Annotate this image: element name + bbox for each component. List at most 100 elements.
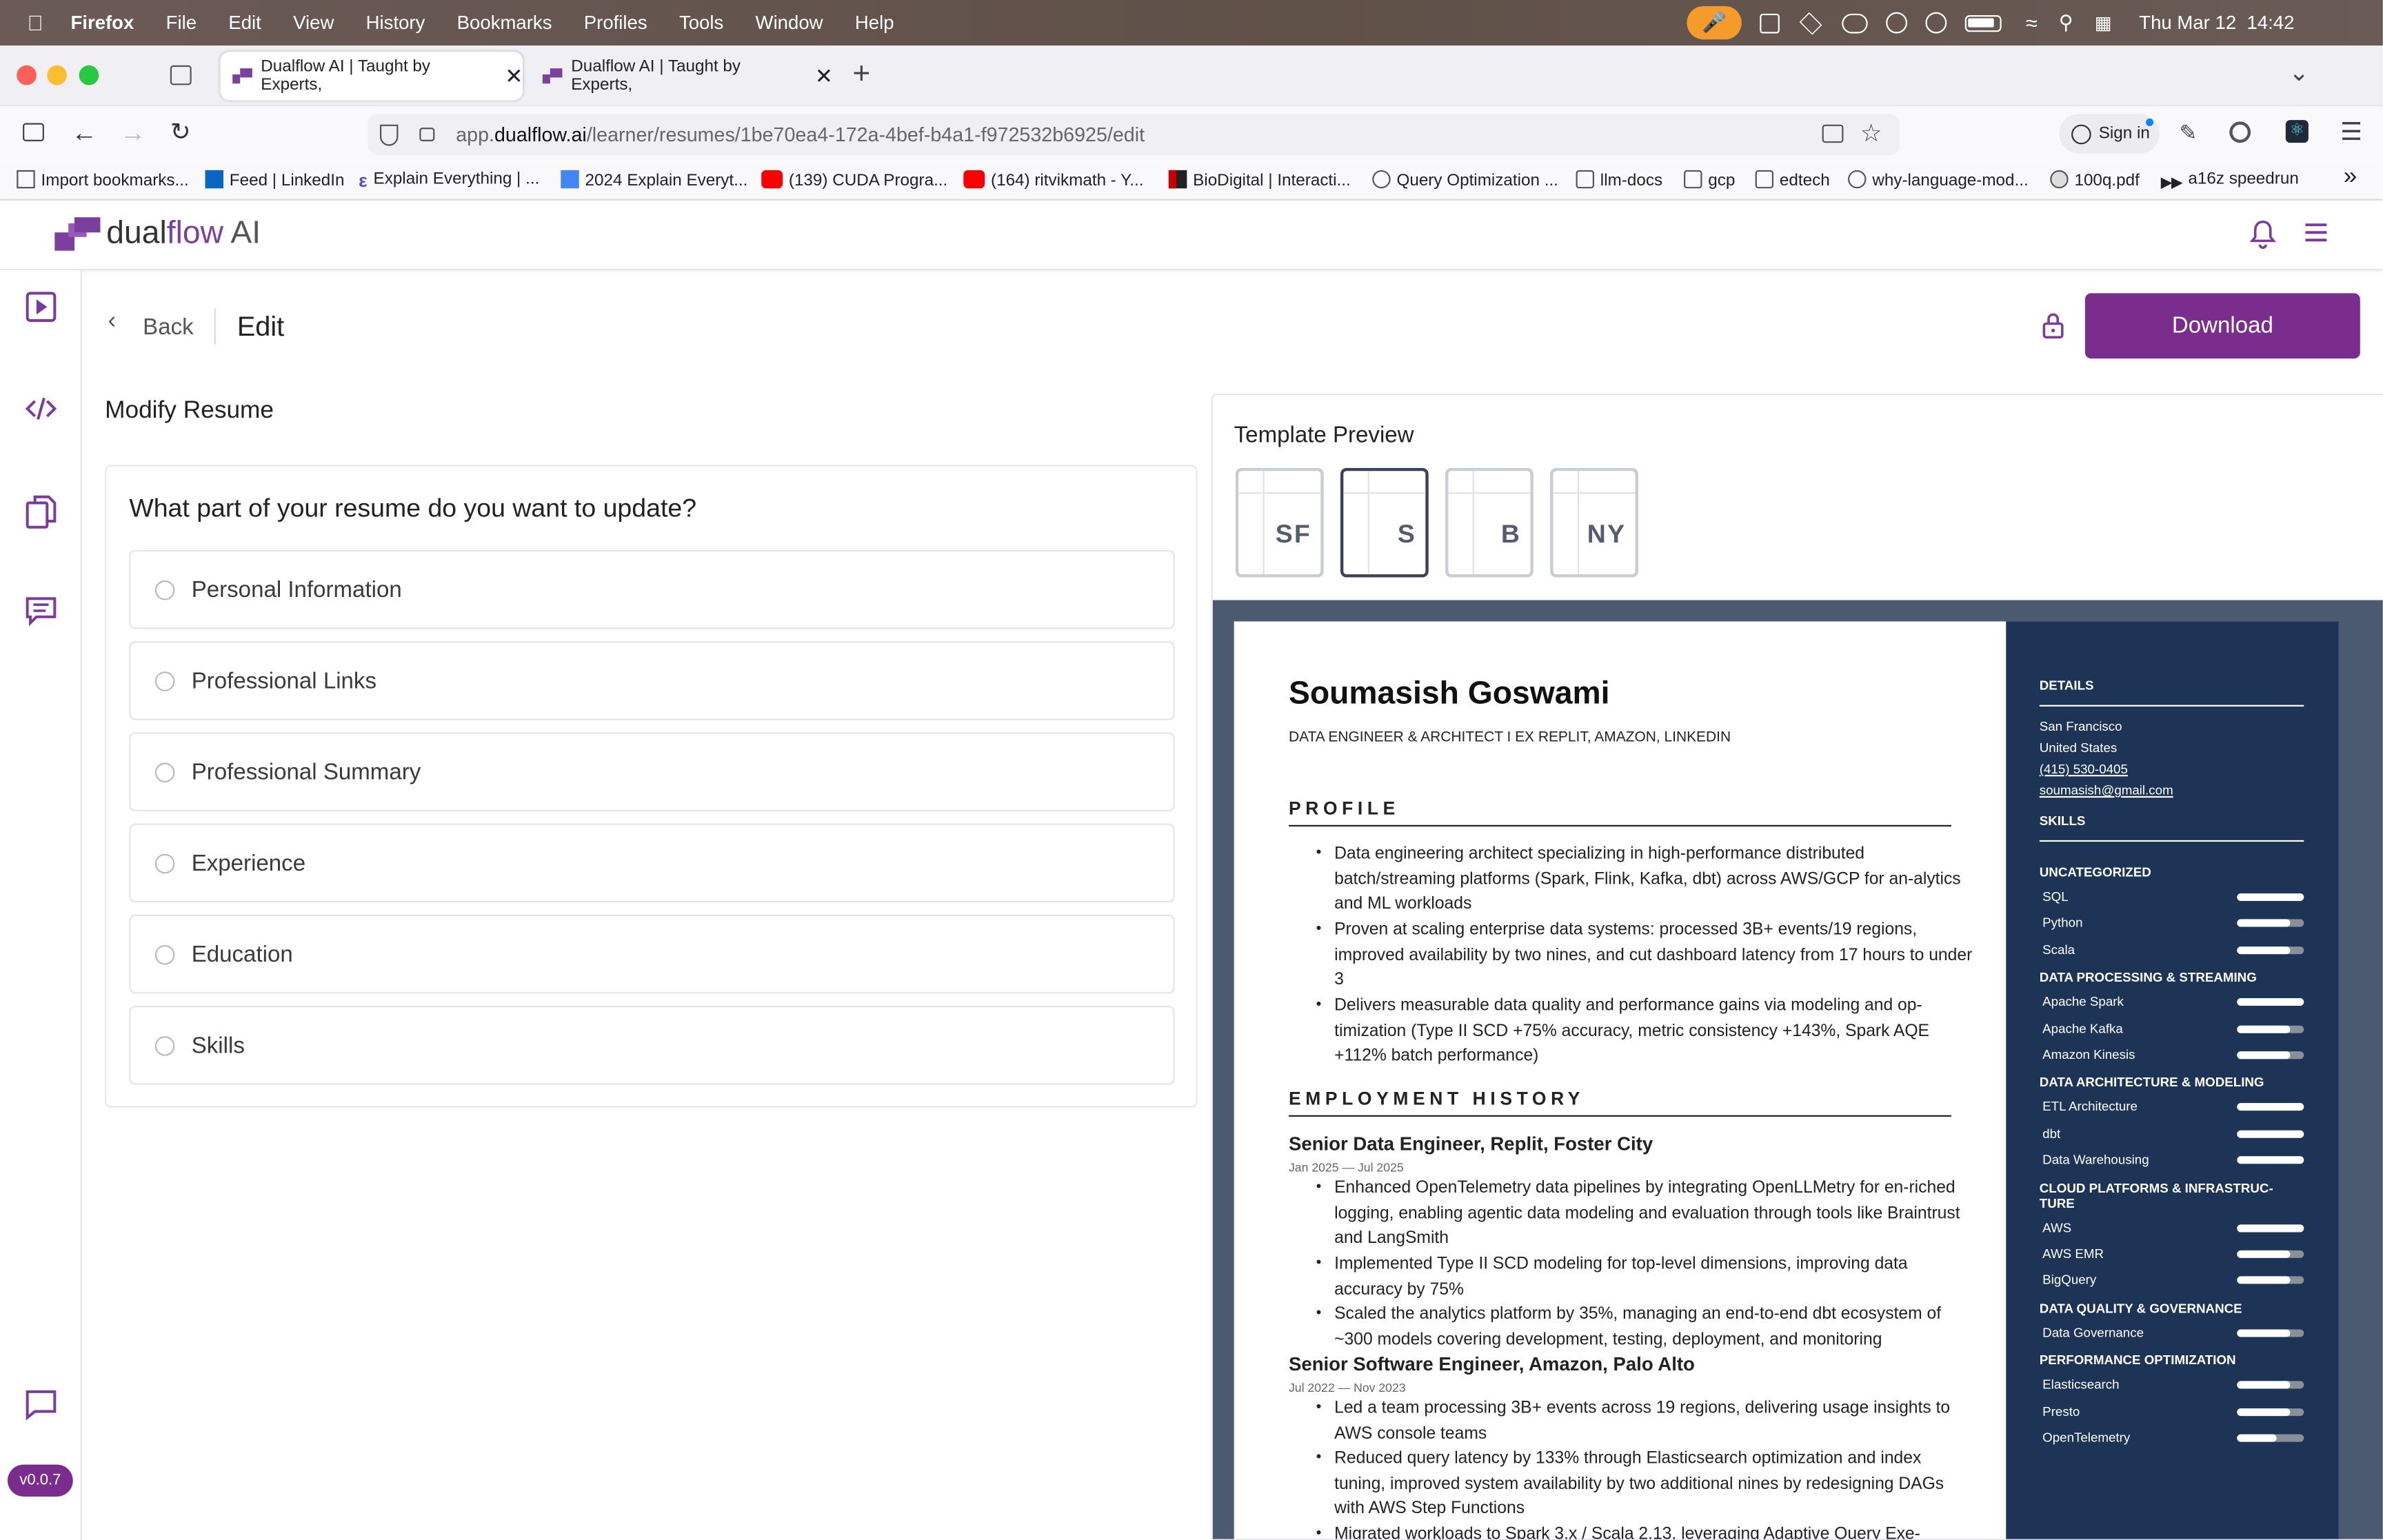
- forward-arrow-icon[interactable]: →: [120, 119, 145, 149]
- resume-document[interactable]: Soumasish Goswami DATA ENGINEER & ARCHIT…: [1234, 621, 2339, 1539]
- radio-button[interactable]: [154, 580, 175, 600]
- menu-edit[interactable]: Edit: [228, 12, 261, 34]
- radio-button[interactable]: [154, 1036, 175, 1056]
- bookmark-query-optimization[interactable]: Query Optimization ...: [1372, 170, 1558, 190]
- radio-button[interactable]: [154, 762, 175, 783]
- new-tab-icon[interactable]: +: [852, 58, 870, 93]
- bookmark-cuda[interactable]: (139) CUDA Progra...: [761, 170, 947, 190]
- bookmark-2024[interactable]: 2024 Explain Everyt...: [561, 170, 747, 190]
- detail-email[interactable]: soumasish@gmail.com: [2040, 782, 2173, 798]
- option-skills[interactable]: Skills: [129, 1006, 1175, 1085]
- detail-country: United States: [2039, 740, 2118, 756]
- url-bar[interactable]: app. dualflow.ai /learner/resumes/1be70e…: [368, 114, 1900, 155]
- code-icon[interactable]: [24, 392, 57, 425]
- sign-in-button[interactable]: Sign in: [2059, 114, 2160, 154]
- skill-level-bar: [2237, 1224, 2304, 1232]
- detail-phone[interactable]: (415) 530-0405: [2040, 761, 2128, 776]
- tab-1[interactable]: Dualflow AI | Taught by Experts, ✕: [220, 51, 523, 101]
- profile-bullet: Proven at scaling enterprise data system…: [1316, 918, 1973, 993]
- back-arrow-icon[interactable]: ←: [72, 119, 97, 149]
- option-professional-summary[interactable]: Professional Summary: [129, 732, 1175, 811]
- close-tab-icon[interactable]: ✕: [815, 63, 833, 88]
- bookmark-why-language[interactable]: why-language-mod...: [1848, 170, 2029, 190]
- option-professional-links[interactable]: Professional Links: [129, 641, 1175, 720]
- search-icon[interactable]: ⚲: [2059, 10, 2073, 34]
- bookmark-ritvikmath[interactable]: (164) ritvikmath - Y...: [963, 170, 1143, 190]
- job-title: Senior Data Engineer, Replit, Foster Cit…: [1288, 1133, 1653, 1155]
- picture-in-picture-icon[interactable]: [1822, 124, 1844, 143]
- template-b[interactable]: B: [1445, 467, 1534, 578]
- sign-in-label: Sign in: [2098, 124, 2150, 143]
- menu-history[interactable]: History: [366, 12, 425, 34]
- hamburger-menu-icon[interactable]: [2302, 219, 2330, 254]
- app-menu-icon[interactable]: ☰: [2340, 117, 2362, 148]
- bookmark-import[interactable]: Import bookmarks...: [17, 170, 189, 190]
- bookmark-biodigital[interactable]: BioDigital | Interacti...: [1168, 170, 1351, 190]
- dualflow-logo[interactable]: dual flow AI: [54, 216, 261, 252]
- menu-window[interactable]: Window: [756, 12, 823, 34]
- bookmark-linkedin[interactable]: Feed | LinkedIn: [205, 170, 345, 190]
- menu-profiles[interactable]: Profiles: [584, 12, 647, 34]
- bookmark-folder-gcp[interactable]: gcp: [1684, 170, 1735, 190]
- documents-icon[interactable]: [24, 494, 57, 529]
- cloud-icon[interactable]: [1842, 12, 1868, 33]
- option-education[interactable]: Education: [129, 914, 1175, 994]
- radio-button[interactable]: [154, 853, 175, 874]
- skill-level-fill: [2237, 893, 2304, 901]
- menu-app-name[interactable]: Firefox: [70, 12, 134, 34]
- bookmark-folder-llm-docs[interactable]: llm-docs: [1576, 170, 1662, 190]
- menu-bookmarks[interactable]: Bookmarks: [457, 12, 552, 34]
- bookmark-star-icon[interactable]: ☆: [1860, 119, 1882, 149]
- folder-icon: [1576, 170, 1594, 189]
- sidebar-toggle-icon[interactable]: [23, 123, 44, 141]
- menubar-clock[interactable]: Thu Mar 12 14:42: [2139, 12, 2294, 34]
- template-ny[interactable]: NY: [1550, 467, 1638, 578]
- extensions-icon[interactable]: ✎: [2180, 120, 2198, 145]
- video-play-icon[interactable]: [24, 290, 57, 323]
- radio-button[interactable]: [154, 671, 175, 691]
- menu-view[interactable]: View: [293, 12, 334, 34]
- close-tab-icon[interactable]: ✕: [505, 63, 523, 88]
- bookmark-a16z[interactable]: ▶▶ a16z speedrun: [2161, 170, 2299, 193]
- template-s[interactable]: S: [1340, 467, 1429, 578]
- menu-help[interactable]: Help: [855, 12, 894, 34]
- wifi-icon[interactable]: ≈: [2026, 10, 2038, 34]
- box-icon[interactable]: [1799, 11, 1822, 34]
- chat-icon[interactable]: [24, 1387, 57, 1421]
- back-chevron-icon[interactable]: ‹: [108, 308, 116, 336]
- apple-icon[interactable]: : [28, 10, 43, 34]
- tab-2[interactable]: Dualflow AI | Taught by Experts, ✕: [530, 52, 833, 101]
- bookmark-explain[interactable]: ε Explain Everything | ...: [359, 170, 539, 192]
- minimize-window-button[interactable]: [47, 65, 67, 85]
- menu-tools[interactable]: Tools: [679, 12, 723, 34]
- control-center-icon[interactable]: ▦: [2095, 12, 2112, 34]
- lock-icon[interactable]: [2041, 312, 2065, 347]
- play-icon[interactable]: [1925, 12, 1947, 34]
- feedback-icon[interactable]: [24, 594, 57, 627]
- option-experience[interactable]: Experience: [129, 823, 1175, 903]
- film-icon[interactable]: [1760, 12, 1780, 33]
- back-link[interactable]: Back: [143, 314, 194, 340]
- close-window-button[interactable]: [17, 65, 37, 85]
- left-rail: v0.0.7: [0, 270, 83, 1540]
- microphone-icon[interactable]: 🎤: [1687, 6, 1742, 40]
- notification-bell-icon[interactable]: [2249, 219, 2276, 249]
- extension-icon[interactable]: [2229, 121, 2251, 143]
- timer-icon[interactable]: [1886, 12, 1908, 34]
- tab-list-chevron-icon[interactable]: ⌄: [2289, 58, 2309, 88]
- option-personal-information[interactable]: Personal Information: [129, 549, 1175, 629]
- template-sf[interactable]: SF: [1235, 467, 1324, 578]
- menu-file[interactable]: File: [166, 12, 197, 34]
- bookmark-100q[interactable]: 100q.pdf: [2050, 170, 2140, 190]
- shield-icon[interactable]: [380, 123, 399, 145]
- option-label: Experience: [191, 851, 306, 877]
- reload-icon[interactable]: ↻: [170, 117, 191, 148]
- tab-overview-icon[interactable]: [170, 65, 192, 85]
- download-button[interactable]: Download: [2084, 293, 2360, 359]
- bookmark-folder-edtech[interactable]: edtech: [1755, 170, 1830, 190]
- react-devtools-icon[interactable]: ⚛: [2285, 120, 2309, 143]
- more-bookmarks-icon[interactable]: »: [2344, 164, 2357, 192]
- zoom-window-button[interactable]: [79, 65, 99, 85]
- radio-button[interactable]: [154, 944, 175, 965]
- battery-icon[interactable]: [1964, 14, 2002, 32]
